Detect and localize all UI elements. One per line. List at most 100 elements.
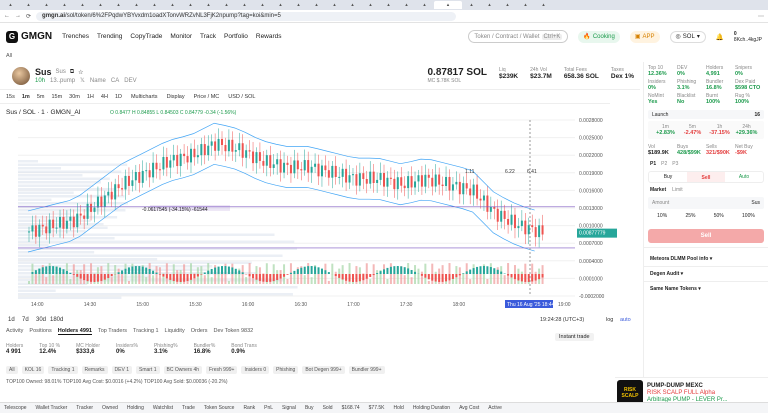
browser-tab[interactable]: ▴	[499, 1, 516, 9]
period-change[interactable]: 5m -2.47%	[679, 124, 706, 136]
statusbar-item[interactable]: Tracker	[76, 405, 93, 411]
statusbar-item[interactable]: Sold	[323, 405, 333, 411]
browser-tab[interactable]: ▴	[344, 1, 361, 9]
statusbar-item[interactable]: Signal	[282, 405, 296, 411]
filter-chip[interactable]: Remarks	[81, 366, 108, 374]
log-toggle[interactable]: log	[606, 317, 613, 323]
filter-chip[interactable]: Bundler 999+	[348, 366, 385, 374]
buy-tab[interactable]: Buy	[649, 174, 687, 180]
browser-tab[interactable]: ▴	[146, 1, 163, 9]
market-tab[interactable]: Market	[650, 187, 666, 193]
address-bar[interactable]: gmgn.ai/sol/token/6%2FPqdwYBYvxdm1oadXTo…	[36, 11, 457, 21]
browser-tab[interactable]: ▴	[308, 1, 325, 9]
range-button[interactable]: 180d	[50, 317, 63, 323]
statusbar-item[interactable]: Buy	[305, 405, 314, 411]
statusbar-item[interactable]: Wallet Tracker	[36, 405, 68, 411]
browser-tab[interactable]: ▴	[254, 1, 271, 9]
browser-tab[interactable]: ▴	[182, 1, 199, 9]
dev-link[interactable]: DEV	[124, 78, 136, 84]
all-filter[interactable]: All	[6, 53, 12, 59]
preset-P2[interactable]: P2	[661, 161, 667, 167]
auto-tab[interactable]: Auto	[725, 174, 763, 180]
sell-submit-button[interactable]: Sell	[648, 229, 764, 243]
browser-tab[interactable]: ▴	[416, 1, 433, 9]
pool-info[interactable]: Meteora DLMM Pool info ▾	[644, 247, 768, 266]
degen-audit[interactable]: Degen Audit ▾	[644, 266, 768, 281]
filter-chip[interactable]: Tracking 1	[48, 366, 78, 374]
tab-7[interactable]: Dev Token 9832	[214, 328, 254, 334]
range-button[interactable]: 1d	[8, 317, 15, 323]
auto-toggle[interactable]: auto	[620, 317, 631, 323]
pct-button[interactable]: 10%	[657, 213, 667, 219]
statusbar-item[interactable]: Hold	[394, 405, 404, 411]
browser-tab[interactable]: ▴	[2, 1, 19, 9]
pct-button[interactable]: 50%	[714, 213, 724, 219]
usd-sol-toggle[interactable]: USD / SOL	[228, 94, 255, 100]
browser-tab[interactable]: ▴	[92, 1, 109, 9]
browser-tab[interactable]: ▴	[20, 1, 37, 9]
nav-portfolio[interactable]: Portfolio	[224, 33, 248, 40]
nav-track[interactable]: Track	[200, 33, 216, 40]
browser-tab[interactable]: ▴	[38, 1, 55, 9]
period-change[interactable]: 1h -37.15%	[706, 124, 733, 136]
browser-tab[interactable]: ▴	[535, 1, 552, 9]
sell-tab[interactable]: Sell	[687, 172, 725, 182]
statusbar-item[interactable]: $77.5K	[369, 405, 385, 411]
period-change[interactable]: 24h +29.36%	[733, 124, 760, 136]
statusbar-item[interactable]: Avg Cost	[459, 405, 479, 411]
range-button[interactable]: 7d	[22, 317, 29, 323]
filter-chip[interactable]: Smart 1	[135, 366, 160, 374]
interval-15s[interactable]: 15s	[6, 94, 15, 100]
tab-0[interactable]: Activity	[6, 328, 23, 334]
price-mc-toggle[interactable]: Price / MC	[194, 94, 220, 100]
price-chart[interactable]: Sus / SOL · 1 · GMGN_AI O 0.8477 H 0.8485…	[0, 104, 640, 326]
browser-tab[interactable]: ▴	[463, 1, 480, 9]
filter-chip[interactable]: BC Owners 4h	[163, 366, 203, 374]
browser-tab[interactable]: ▴	[110, 1, 127, 9]
filter-chip[interactable]: All	[6, 366, 18, 374]
nav-copytrade[interactable]: CopyTrade	[130, 33, 162, 40]
tab-5[interactable]: Liquidity	[165, 328, 185, 334]
browser-tab[interactable]: ▴	[128, 1, 145, 9]
reload-icon[interactable]: ⟳	[26, 13, 31, 20]
statusbar-item[interactable]: $168.74	[342, 405, 360, 411]
range-button[interactable]: 30d	[36, 317, 46, 323]
copy-icon[interactable]: ⧉	[70, 69, 74, 76]
statusbar-item[interactable]: Holding Duration	[413, 405, 450, 411]
filter-chip[interactable]: DEV 1	[111, 366, 132, 374]
filter-chip[interactable]: Phishing	[273, 366, 299, 374]
statusbar-item[interactable]: Telescope	[4, 405, 27, 411]
pct-button[interactable]: 100%	[742, 213, 755, 219]
browser-tab[interactable]: ▴	[398, 1, 415, 9]
name-link[interactable]: Name	[90, 78, 106, 84]
preset-P3[interactable]: P3	[672, 161, 678, 167]
bell-icon[interactable]: 🔔	[716, 33, 724, 41]
nav-trenches[interactable]: Trenches	[62, 33, 89, 40]
browser-tab[interactable]: ▴	[74, 1, 91, 9]
ca-link[interactable]: CA	[111, 78, 119, 84]
tab-1[interactable]: Positions	[29, 328, 51, 334]
tab-6[interactable]: Orders	[191, 328, 208, 334]
browser-tab[interactable]: ▴	[434, 1, 462, 9]
display-button[interactable]: Display	[167, 94, 185, 100]
same-name-tokens[interactable]: Same Name Tokens ▾	[644, 281, 768, 296]
statusbar-item[interactable]: Token Source	[204, 405, 235, 411]
statusbar-item[interactable]: Trade	[182, 405, 195, 411]
filter-chip[interactable]: Bot Degen 999+	[302, 366, 345, 374]
tab-3[interactable]: Top Traders	[98, 328, 127, 334]
extensions-icon[interactable]: ⋯	[758, 13, 764, 20]
browser-tab[interactable]: ▴	[56, 1, 73, 9]
nav-rewards[interactable]: Rewards	[256, 33, 282, 40]
interval-5m[interactable]: 5m	[37, 94, 45, 100]
statusbar-item[interactable]: Rank	[243, 405, 255, 411]
star-icon[interactable]: ☆	[78, 69, 83, 76]
interval-1D[interactable]: 1D	[115, 94, 122, 100]
interval-30m[interactable]: 30m	[69, 94, 80, 100]
chain-select[interactable]: ◎ SOL ▾	[669, 30, 706, 43]
browser-tab[interactable]: ▴	[517, 1, 534, 9]
browser-tab[interactable]: ▴	[481, 1, 498, 9]
browser-tab[interactable]: ▴	[326, 1, 343, 9]
filter-chip[interactable]: Insiders 0	[241, 366, 270, 374]
search-input[interactable]: Token / Contract / Wallet Ctrl+K	[468, 30, 569, 43]
multicharts-button[interactable]: Multicharts	[131, 94, 158, 100]
